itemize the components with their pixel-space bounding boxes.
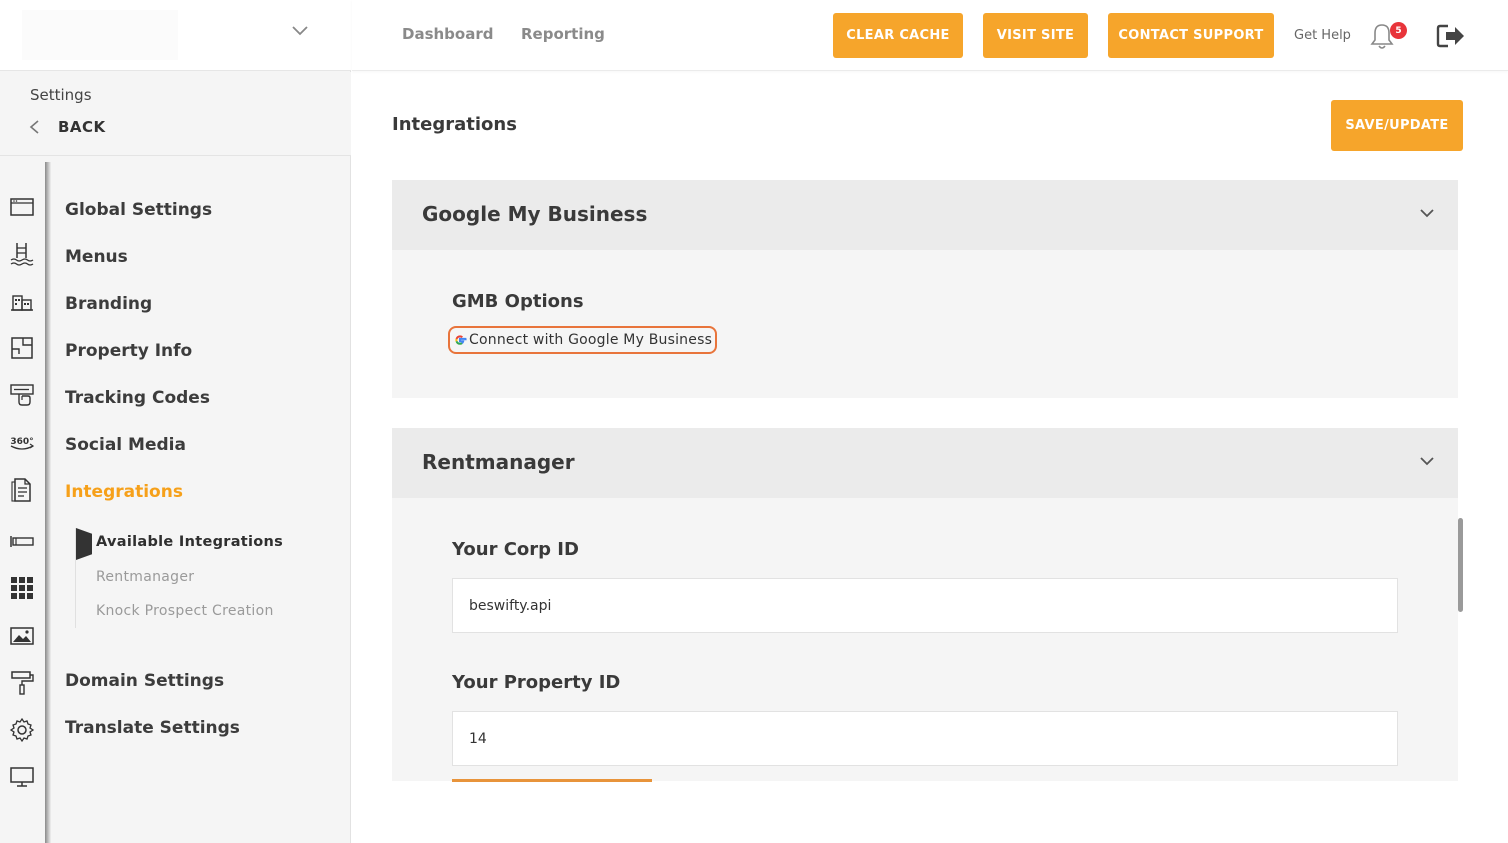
nav-tracking-codes[interactable]: Tracking Codes [65,388,210,408]
sidebar: Settings BACK 360° Global Settings Menus… [0,0,351,843]
save-update-button[interactable]: SAVE/UPDATE [1331,100,1463,151]
chevron-down-icon [1420,457,1434,466]
notification-badge: 5 [1390,22,1407,39]
nav-domain-settings[interactable]: Domain Settings [65,671,224,691]
grid-apps-icon[interactable] [8,574,36,602]
back-button[interactable]: BACK [28,118,106,136]
top-bar: Dashboard Reporting CLEAR CACHE VISIT SI… [352,0,1508,71]
logout-icon[interactable] [1436,23,1466,49]
property-id-input[interactable] [452,711,1398,766]
image-gallery-icon[interactable] [8,622,36,650]
buildings-icon[interactable] [8,287,36,315]
nav-dashboard[interactable]: Dashboard [402,25,493,43]
gmb-panel-header[interactable]: Google My Business [392,180,1458,250]
google-icon [455,335,467,345]
app-root: Settings BACK 360° Global Settings Menus… [0,0,1508,843]
connect-google-button[interactable]: Connect with Google My Business [448,326,718,354]
back-label: BACK [58,118,106,136]
logo-area [0,0,351,71]
chevron-left-icon [29,120,39,134]
property-id-label: Your Property ID [452,672,621,693]
rentmanager-panel-title: Rentmanager [422,450,575,474]
partial-button-edge[interactable] [452,779,652,782]
gmb-panel-body: GMB Options Connect with Google My Busin… [392,250,1458,398]
subnav-rentmanager[interactable]: Rentmanager [96,569,194,585]
nav-property-info[interactable]: Property Info [65,341,192,361]
get-help-link[interactable]: Get Help [1294,28,1351,43]
nav-menus[interactable]: Menus [65,247,128,267]
svg-text:360°: 360° [10,437,33,447]
connect-google-label: Connect with Google My Business [469,332,713,348]
gear-icon[interactable] [8,716,36,744]
chevron-down-icon[interactable] [290,21,310,41]
nav-social-media[interactable]: Social Media [65,435,186,455]
rentmanager-panel-header[interactable]: Rentmanager [392,428,1458,498]
paint-roller-icon[interactable] [8,669,36,697]
360-view-icon[interactable]: 360° [8,428,36,456]
contact-support-button[interactable]: CONTACT SUPPORT [1108,13,1274,58]
settings-header: Settings BACK [0,72,351,156]
nav-branding[interactable]: Branding [65,294,152,314]
touch-sign-icon[interactable] [8,381,36,409]
nav-global-settings[interactable]: Global Settings [65,200,212,220]
pool-icon[interactable] [8,240,36,268]
monitor-icon[interactable] [8,763,36,791]
content-scrollbar[interactable] [1458,518,1463,612]
tag-icon[interactable] [8,528,36,556]
gmb-panel-title: Google My Business [422,202,648,226]
visit-site-button[interactable]: VISIT SITE [983,13,1088,58]
subnav-knock-prospect-creation[interactable]: Knock Prospect Creation [96,603,274,619]
nav-integrations[interactable]: Integrations [65,482,183,502]
browser-window-icon[interactable] [8,193,36,221]
nav-reporting[interactable]: Reporting [521,25,605,43]
corp-id-label: Your Corp ID [452,539,579,560]
nav-translate-settings[interactable]: Translate Settings [65,718,240,738]
clear-cache-button[interactable]: CLEAR CACHE [833,13,963,58]
document-icon[interactable] [8,476,36,504]
rentmanager-panel-body: Your Corp ID Your Property ID [392,498,1458,781]
subnav-available-integrations[interactable]: Available Integrations [96,534,283,550]
chevron-down-icon [1420,209,1434,218]
floorplan-icon[interactable] [8,334,36,362]
rail-divider [45,162,51,843]
page-title: Integrations [392,114,517,135]
settings-label: Settings [30,86,92,104]
logo[interactable] [22,10,178,60]
gmb-options-title: GMB Options [452,291,584,312]
corp-id-input[interactable] [452,578,1398,633]
